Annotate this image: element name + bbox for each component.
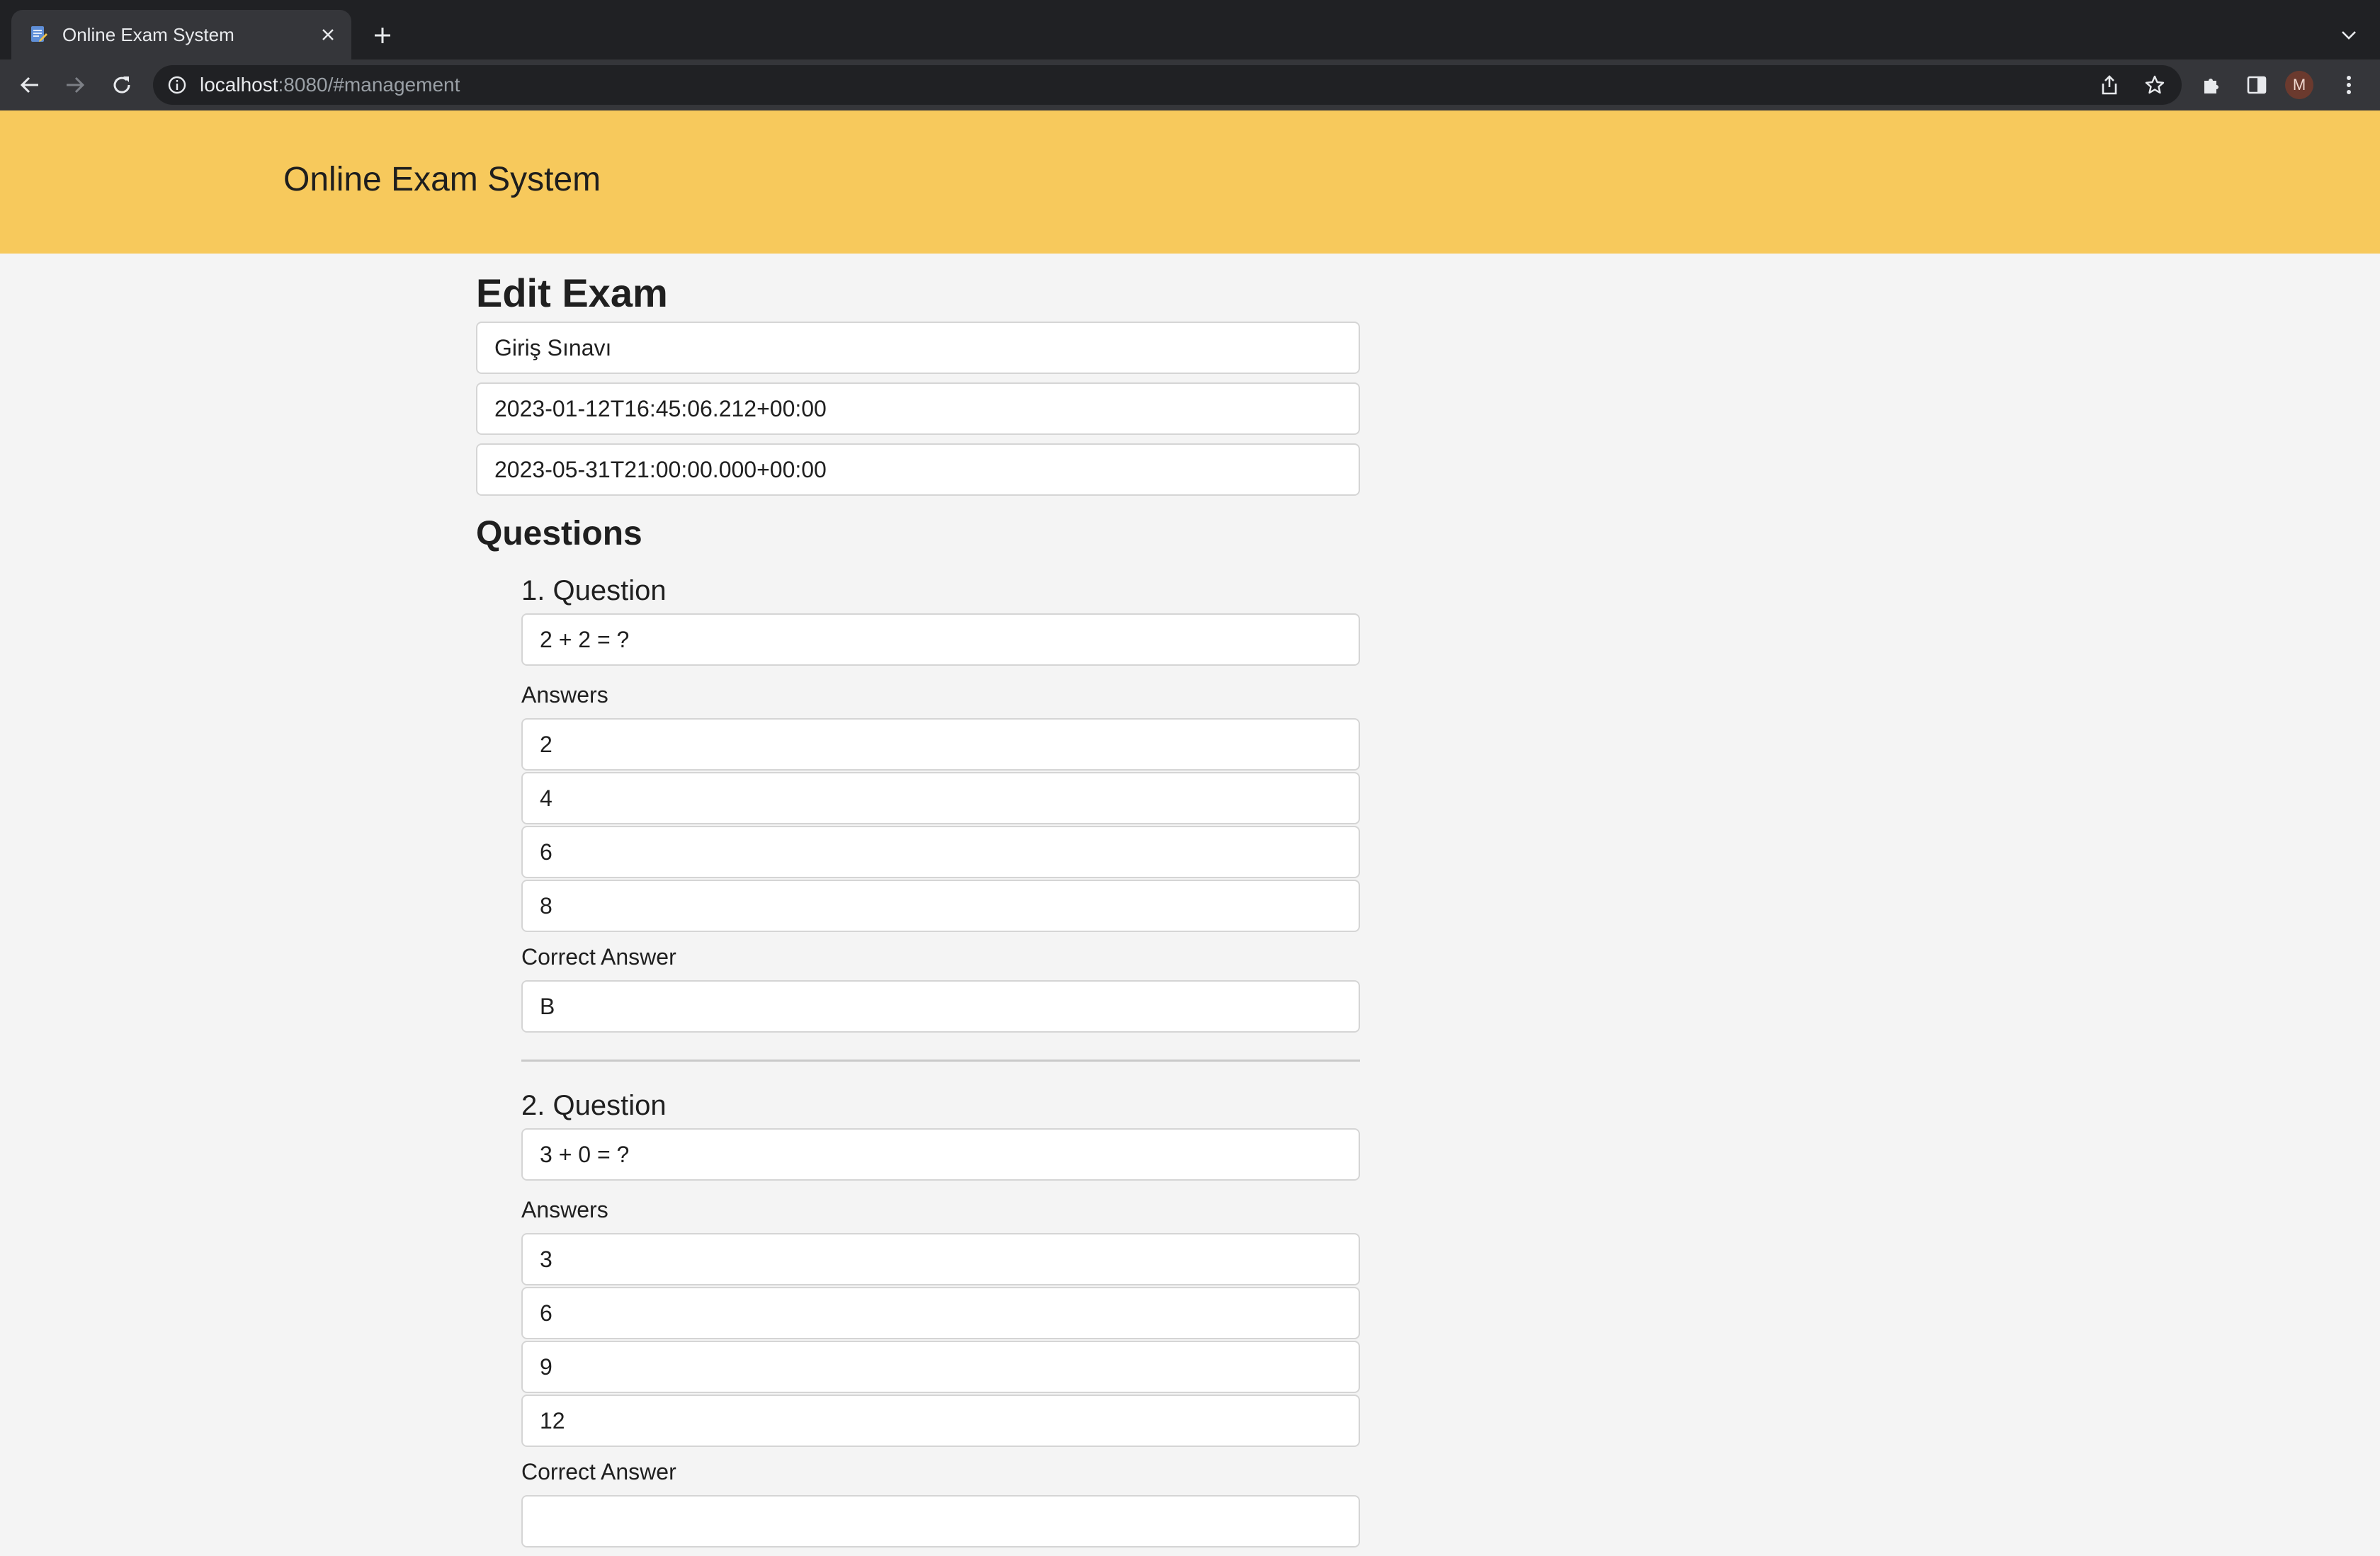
correct-answer-label: Correct Answer (521, 1459, 676, 1484)
reload-icon[interactable] (106, 69, 137, 101)
url-text[interactable]: localhost:8080/#management (200, 74, 460, 96)
answer-input-d[interactable] (521, 880, 1360, 932)
back-arrow-icon[interactable] (14, 69, 45, 101)
question-text-input[interactable] (521, 1128, 1360, 1181)
questions-heading: Questions (476, 515, 642, 552)
url-host: localhost (200, 74, 278, 96)
answer-input-c[interactable] (521, 1341, 1360, 1393)
edit-exam-form: Edit Exam Questions 1. Question Answers … (476, 269, 1360, 1556)
url-path: :8080/#management (278, 74, 460, 96)
correct-answer-label: Correct Answer (521, 944, 676, 970)
browser-tab-strip: Online Exam System (0, 0, 2380, 59)
address-bar[interactable]: localhost:8080/#management (153, 65, 2182, 105)
question-block: 2. Question Answers Correct Answer (521, 1077, 1360, 1548)
answers-label: Answers (521, 1197, 608, 1222)
answer-input-b[interactable] (521, 772, 1360, 824)
question-text-input[interactable] (521, 613, 1360, 666)
info-icon[interactable] (167, 75, 187, 95)
extensions-puzzle-icon[interactable] (2199, 72, 2224, 98)
browser-tab[interactable]: Online Exam System (11, 10, 351, 59)
share-icon[interactable] (2098, 74, 2121, 96)
chevron-down-icon[interactable] (2335, 21, 2363, 50)
answer-input-a[interactable] (521, 718, 1360, 771)
profile-avatar[interactable]: M (2285, 71, 2313, 99)
answers-label: Answers (521, 682, 608, 708)
answer-input-a[interactable] (521, 1233, 1360, 1285)
tab-title: Online Exam System (62, 24, 234, 45)
bookmark-star-icon[interactable] (2143, 74, 2166, 96)
document-edit-icon (31, 26, 47, 42)
answer-input-d[interactable] (521, 1395, 1360, 1447)
side-panel-icon[interactable] (2244, 72, 2270, 98)
answer-input-c[interactable] (521, 826, 1360, 878)
exam-name-input[interactable] (476, 322, 1360, 374)
app-title[interactable]: Online Exam System (283, 160, 601, 199)
forward-arrow-icon[interactable] (60, 69, 91, 101)
question-title: 2. Question (521, 1090, 667, 1121)
more-menu-icon[interactable] (2336, 72, 2362, 98)
question-block: 1. Question Answers Correct Answer (521, 562, 1360, 1062)
correct-answer-input[interactable] (521, 980, 1360, 1033)
app-header: Online Exam System (0, 110, 2380, 254)
question-title: 1. Question (521, 575, 667, 606)
correct-answer-input[interactable] (521, 1495, 1360, 1548)
exam-start-date-input[interactable] (476, 382, 1360, 435)
exam-end-date-input[interactable] (476, 443, 1360, 496)
new-tab-icon[interactable] (368, 21, 397, 50)
page-title: Edit Exam (476, 271, 668, 315)
question-divider (521, 1060, 1360, 1062)
answer-input-b[interactable] (521, 1287, 1360, 1339)
browser-toolbar: localhost:8080/#management M (0, 59, 2380, 110)
close-tab-icon[interactable] (317, 24, 339, 45)
